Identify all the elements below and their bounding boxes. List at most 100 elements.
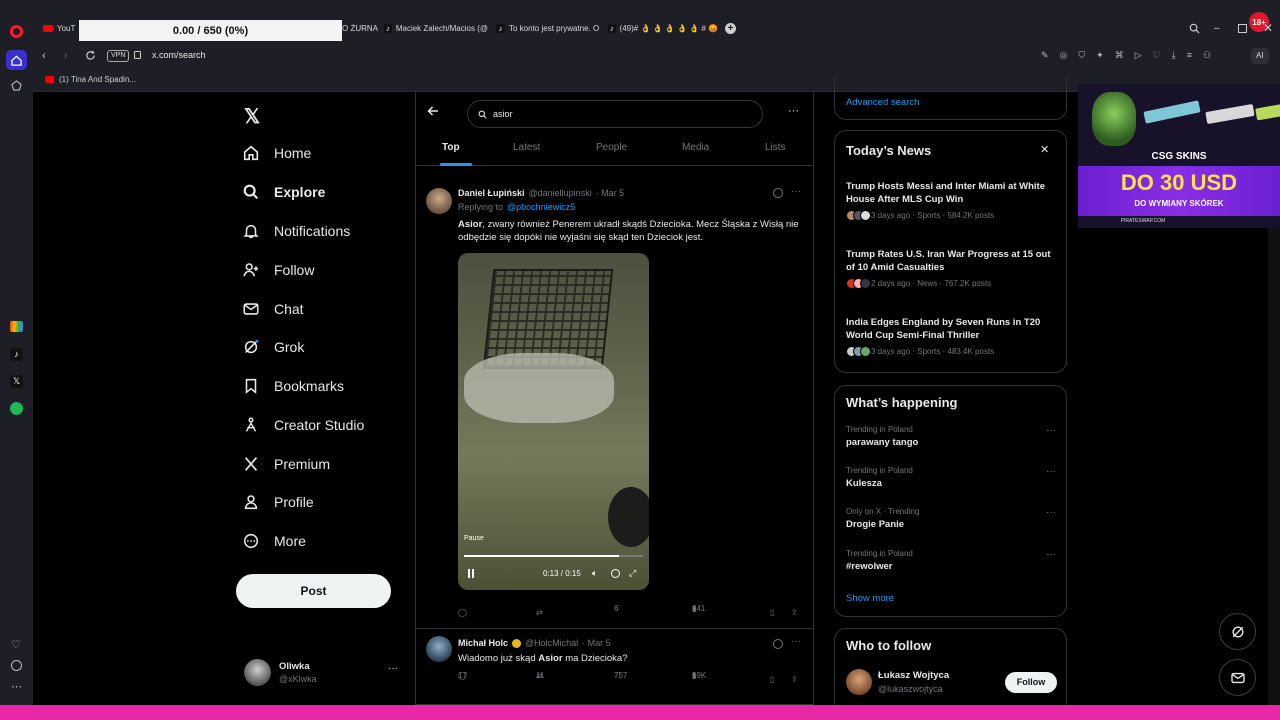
history-icon[interactable]: [11, 660, 22, 671]
opera-logo-icon[interactable]: [10, 25, 23, 38]
news-item[interactable]: Trump Rates U.S. Iran War Progress at 15…: [846, 248, 1056, 289]
trend-item[interactable]: Trending in Poland parawany tango ···: [846, 425, 1056, 448]
translate-icon[interactable]: ⌘: [1115, 50, 1124, 61]
nav-notifications[interactable]: Notifications: [242, 217, 350, 245]
x-app-icon[interactable]: 𝕏: [10, 375, 23, 388]
nav-home[interactable]: Home: [242, 139, 311, 167]
tweet-author-handle[interactable]: @HolcMichal: [525, 638, 578, 648]
more-dots-icon[interactable]: ···: [1046, 549, 1056, 560]
news-item[interactable]: Trump Hosts Messi and Inter Miami at Whi…: [846, 180, 1056, 221]
nav-premium[interactable]: Premium: [242, 450, 330, 478]
download-icon[interactable]: ⤓: [1172, 50, 1176, 61]
tweet-author-name[interactable]: Daniel Łupiński: [458, 188, 525, 198]
nav-explore[interactable]: Explore: [242, 178, 325, 206]
new-tab-button[interactable]: +: [725, 23, 736, 34]
grok-floating-button[interactable]: [1219, 613, 1256, 650]
replying-to-handle[interactable]: @pbochniewicz5: [507, 202, 575, 212]
bookmark-item[interactable]: (1) Tina And Spadin...: [45, 75, 136, 84]
pinboard-icon[interactable]: [11, 80, 22, 91]
retweet-icon[interactable]: ⇄: [536, 608, 543, 617]
avatar[interactable]: [846, 669, 872, 695]
show-more-link[interactable]: Show more: [846, 593, 894, 604]
nav-creator-studio[interactable]: Creator Studio: [242, 411, 364, 439]
more-dots-icon[interactable]: ···: [1046, 466, 1056, 477]
account-switcher[interactable]: Oliwka @xKlwka ···: [244, 659, 404, 689]
csgo-skins-ad[interactable]: CSG SKINS DO 30 USD DO WYMIANY SKÓREK PI…: [1078, 84, 1280, 228]
x-logo-icon[interactable]: 𝕏: [244, 104, 260, 129]
more-dots-icon[interactable]: ···: [791, 636, 801, 647]
advanced-search-link[interactable]: Advanced search: [846, 97, 919, 108]
back-arrow-icon[interactable]: [427, 105, 439, 117]
post-button[interactable]: Post: [236, 574, 391, 608]
trend-item[interactable]: Trending in Poland Kulesza ···: [846, 466, 1056, 489]
bookmark-icon[interactable]: ▯: [770, 675, 774, 684]
follow-button[interactable]: Follow: [1005, 672, 1057, 693]
minimize-button[interactable]: –: [1214, 23, 1220, 34]
grok-icon[interactable]: [773, 639, 783, 649]
forward-icon[interactable]: ›: [64, 50, 68, 62]
url-field[interactable]: x.com/search: [152, 50, 206, 60]
search-input[interactable]: asior: [467, 100, 763, 128]
tab-private[interactable]: ♪ To konto jest prywatne. O: [496, 18, 601, 38]
volume-icon[interactable]: 🔈︎: [592, 568, 597, 579]
restore-button[interactable]: [1238, 24, 1247, 33]
trend-item[interactable]: Trending in Poland #rewolwer ···: [846, 549, 1056, 572]
more-dots-icon[interactable]: ···: [1046, 507, 1056, 518]
nav-more[interactable]: More: [242, 527, 306, 555]
pause-button[interactable]: [468, 569, 474, 578]
tweet-date[interactable]: · Mar 5: [582, 638, 611, 648]
tweet-author-handle[interactable]: @daniellupinski: [529, 188, 592, 198]
account-icon[interactable]: ⚇: [1203, 50, 1211, 61]
scrollbar[interactable]: [1268, 228, 1280, 705]
news-item[interactable]: India Edges England by Seven Runs in T20…: [846, 316, 1056, 357]
tab-people[interactable]: People: [596, 142, 627, 153]
close-icon[interactable]: ✕: [1040, 143, 1049, 156]
speed-dial-icon[interactable]: [6, 50, 27, 70]
vpn-badge[interactable]: VPN: [107, 50, 130, 62]
menu-icon[interactable]: ≡: [1187, 50, 1192, 61]
more-dots-icon[interactable]: ···: [791, 186, 801, 197]
bookmark-icon[interactable]: ▯: [770, 608, 774, 617]
tweet-author-name[interactable]: Michał Holc: [458, 638, 508, 648]
nav-grok[interactable]: Grok: [242, 333, 304, 361]
video-progress-track[interactable]: [464, 555, 643, 557]
tweet-date[interactable]: · Mar 5: [596, 188, 625, 198]
grok-icon[interactable]: [773, 188, 783, 198]
extension-icon[interactable]: ✦: [1096, 50, 1104, 61]
heart-icon[interactable]: ♡: [1153, 50, 1161, 61]
tab-latest[interactable]: Latest: [513, 142, 540, 153]
heart-icon[interactable]: ♡: [11, 638, 21, 651]
share-icon[interactable]: ⇪: [791, 675, 798, 684]
fullscreen-icon[interactable]: ⤢: [629, 568, 636, 579]
close-window-button[interactable]: ✕: [1263, 21, 1273, 35]
nav-bookmarks[interactable]: Bookmarks: [242, 372, 344, 400]
tab-lists[interactable]: Lists: [765, 142, 786, 153]
more-dots-icon[interactable]: ⋯: [11, 680, 22, 693]
play-icon[interactable]: ▷: [1135, 50, 1142, 61]
more-dots-icon[interactable]: ···: [1046, 425, 1056, 436]
share-icon[interactable]: ⇪: [791, 608, 798, 617]
back-icon[interactable]: ‹: [42, 50, 46, 62]
trend-item[interactable]: Only on X · Trending Drogie Panie ···: [846, 507, 1056, 530]
nav-follow[interactable]: Follow: [242, 256, 314, 284]
shield-icon[interactable]: ⛉: [1078, 50, 1085, 61]
spotify-icon[interactable]: [10, 402, 23, 415]
aria-ai-button[interactable]: AI: [1251, 48, 1269, 64]
tiktok-icon[interactable]: ♪: [10, 348, 23, 361]
tab-maciek[interactable]: ♪ Maciek Zalech/Macios (@: [384, 18, 488, 38]
tweet[interactable]: Daniel Łupiński @daniellupinski · Mar 5 …: [416, 184, 813, 629]
messages-floating-button[interactable]: [1219, 659, 1256, 696]
tweet[interactable]: Michał Holc @HolcMichal · Mar 5 ··· Wiad…: [416, 630, 813, 705]
gmail-icon[interactable]: [10, 321, 23, 332]
nav-profile[interactable]: Profile: [242, 488, 314, 516]
avatar[interactable]: [426, 188, 452, 214]
edit-icon[interactable]: ✎: [1041, 50, 1049, 61]
reload-icon[interactable]: [85, 50, 96, 61]
more-dots-icon[interactable]: ···: [788, 105, 799, 117]
search-tabs-icon[interactable]: [1189, 23, 1200, 34]
tab-zurnal[interactable]: O ŻURNA: [342, 18, 382, 38]
tab-active-49[interactable]: ♪ (49)# 👌 👌 👌 👌 👌 # 😡: [608, 18, 718, 38]
video-player[interactable]: Pause 0:13 / 0:15 🔈︎ ⤢: [458, 253, 649, 590]
nav-chat[interactable]: Chat: [242, 295, 304, 323]
camera-icon[interactable]: ◎: [1060, 50, 1068, 61]
